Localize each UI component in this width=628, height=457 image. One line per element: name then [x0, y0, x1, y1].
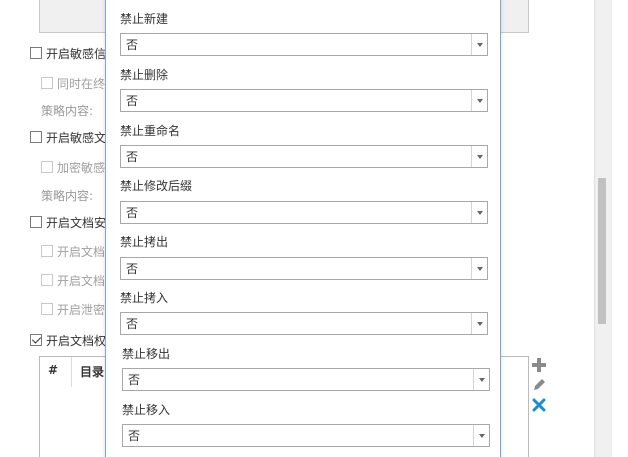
checkbox[interactable]: [30, 47, 42, 59]
select-no-rename[interactable]: 否: [120, 145, 488, 168]
chevron-down-icon: [476, 42, 483, 47]
checkbox: [41, 77, 53, 89]
option-sensitive-info[interactable]: 开启敏感信: [30, 44, 106, 62]
chevron-down-icon: [476, 154, 483, 159]
option-terminal-sync: 同时在终: [41, 74, 105, 92]
option-leak: 开启泄密: [41, 300, 105, 318]
option-label: 开启泄密: [57, 302, 106, 317]
option-label: 同时在终: [57, 76, 106, 91]
option-sensitive-doc[interactable]: 开启敏感文: [30, 128, 106, 146]
select-no-change-ext[interactable]: 否: [120, 201, 488, 224]
dropdown-button[interactable]: [471, 313, 487, 334]
label-no-create: 禁止新建: [120, 12, 169, 26]
chevron-down-icon: [476, 321, 483, 326]
select-no-create[interactable]: 否: [120, 33, 488, 56]
chevron-down-icon: [476, 266, 483, 271]
select-value: 否: [126, 206, 139, 220]
select-value: 否: [128, 373, 141, 387]
checkbox: [41, 274, 53, 286]
chevron-down-icon: [478, 433, 485, 438]
column-header-directory: 目录: [80, 365, 105, 379]
select-no-move-in[interactable]: 否: [122, 424, 490, 447]
select-no-copy-in[interactable]: 否: [120, 312, 488, 335]
dropdown-button[interactable]: [473, 369, 489, 390]
select-no-delete[interactable]: 否: [120, 89, 488, 112]
label-no-copy-out: 禁止拷出: [120, 235, 169, 249]
select-value: 否: [126, 317, 139, 331]
option-label: 开启文档: [57, 244, 106, 259]
dropdown-button[interactable]: [473, 425, 489, 446]
option-doc-permission[interactable]: 开启文档权: [30, 331, 106, 349]
option-label: 开启文档安: [46, 215, 107, 230]
label-no-change-ext: 禁止修改后缀: [120, 179, 193, 193]
plus-icon[interactable]: [531, 357, 547, 373]
permission-dialog: 禁止新建 否 禁止删除 否 禁止重命名 否 禁止修改后缀 否 禁止拷出 否 禁止…: [105, 0, 501, 457]
select-value: 否: [126, 38, 139, 52]
dropdown-button[interactable]: [471, 90, 487, 111]
option-doc-sub-1: 开启文档: [41, 242, 105, 260]
option-label: 开启敏感信: [46, 46, 107, 61]
scrollbar-thumb[interactable]: [598, 178, 606, 324]
select-value: 否: [126, 94, 139, 108]
chevron-down-icon: [478, 377, 485, 382]
option-doc-security[interactable]: 开启文档安: [30, 213, 106, 231]
select-value: 否: [128, 429, 141, 443]
option-label: 开启敏感文: [46, 130, 107, 145]
checkbox: [41, 303, 53, 315]
label-no-copy-in: 禁止拷入: [120, 291, 169, 305]
checkbox: [41, 245, 53, 257]
checkbox-checked[interactable]: [30, 334, 42, 346]
option-label: 开启文档: [57, 273, 106, 288]
checkbox[interactable]: [30, 216, 42, 228]
dropdown-button[interactable]: [471, 34, 487, 55]
option-encrypt-sensitive: 加密敏感: [41, 158, 105, 176]
label-no-rename: 禁止重命名: [120, 124, 181, 138]
dropdown-button[interactable]: [471, 202, 487, 223]
select-value: 否: [126, 150, 139, 164]
checkbox[interactable]: [30, 131, 42, 143]
label-no-move-out: 禁止移出: [122, 347, 171, 361]
select-no-copy-out[interactable]: 否: [120, 257, 488, 280]
label-no-delete: 禁止删除: [120, 68, 169, 82]
dropdown-button[interactable]: [471, 258, 487, 279]
option-doc-sub-2: 开启文档: [41, 271, 105, 289]
close-icon[interactable]: [531, 397, 547, 413]
option-label: 加密敏感: [57, 160, 106, 175]
dropdown-button[interactable]: [471, 146, 487, 167]
label-no-move-in: 禁止移入: [122, 403, 171, 417]
select-no-move-out[interactable]: 否: [122, 368, 490, 391]
strategy-label: 策略内容:: [41, 189, 94, 203]
option-label: 开启文档权: [46, 333, 107, 348]
checkbox: [41, 161, 53, 173]
strategy-label: 策略内容:: [41, 104, 94, 118]
chevron-down-icon: [476, 98, 483, 103]
chevron-down-icon: [476, 210, 483, 215]
column-header-index: #: [48, 363, 59, 377]
column-divider: [71, 357, 72, 387]
select-value: 否: [126, 262, 139, 276]
pencil-icon[interactable]: [531, 377, 547, 393]
